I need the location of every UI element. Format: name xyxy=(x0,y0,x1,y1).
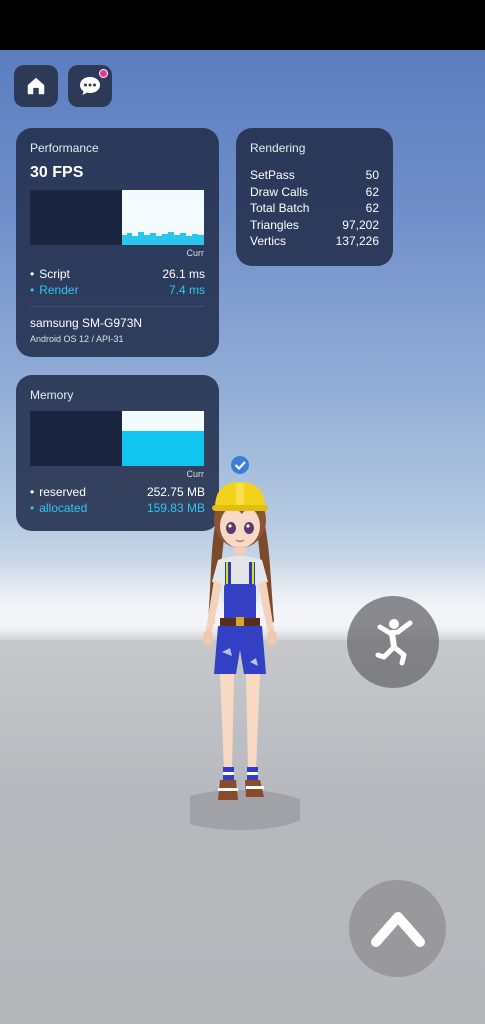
dance-person-icon xyxy=(375,619,413,666)
script-value: 26.1 ms xyxy=(162,267,205,281)
fps-graph xyxy=(30,190,204,245)
triangles-label: Triangles xyxy=(250,217,299,232)
home-button[interactable] xyxy=(14,65,58,107)
reserved-row: reserved 252.75 MB xyxy=(30,484,205,500)
rendering-title: Rendering xyxy=(250,141,306,155)
draw-calls-value: 62 xyxy=(365,184,379,199)
render-value: 7.4 ms xyxy=(168,283,205,297)
rendering-row: Total Batch 62 xyxy=(250,200,379,217)
setpass-label: SetPass xyxy=(250,168,295,182)
script-row: Script 26.1 ms xyxy=(30,266,205,282)
vertics-value: 137,226 xyxy=(335,234,379,248)
fps-value: 30 FPS xyxy=(30,164,84,181)
divider xyxy=(30,306,205,307)
rendering-row: Vertics 137,226 xyxy=(250,233,379,250)
performance-panel: Performance 30 FPS Curr Script 26.1 ms R… xyxy=(16,128,219,357)
render-label: Render xyxy=(30,282,78,298)
allocated-label: allocated xyxy=(30,500,87,516)
reserved-label: reserved xyxy=(30,484,86,500)
avatar-character[interactable] xyxy=(190,452,300,837)
rendering-panel: Rendering SetPass 50 Draw Calls 62 Total… xyxy=(236,128,393,266)
total-batch-label: Total Batch xyxy=(250,201,310,215)
rendering-row: Triangles 97,202 xyxy=(250,217,379,234)
home-icon xyxy=(27,77,45,95)
vertics-label: Vertics xyxy=(250,234,287,248)
memory-title: Memory xyxy=(30,388,74,402)
emote-button[interactable] xyxy=(347,596,439,688)
memory-panel: Memory Curr reserved 252.75 MB allocated… xyxy=(16,375,219,531)
performance-title: Performance xyxy=(30,141,99,155)
os-version: Android OS 12 / API-31 xyxy=(30,334,124,344)
jump-button[interactable] xyxy=(349,880,446,977)
device-name: samsung SM-G973N xyxy=(30,316,143,330)
memory-curr-label: Curr xyxy=(186,469,205,479)
graph-curr-label: Curr xyxy=(186,248,205,258)
total-batch-value: 62 xyxy=(365,201,379,215)
script-label: Script xyxy=(30,266,70,282)
verified-badge-icon xyxy=(231,456,249,474)
rendering-row: Draw Calls 62 xyxy=(250,184,379,201)
chevron-up-icon xyxy=(370,911,425,947)
render-row: Render 7.4 ms xyxy=(30,282,205,298)
draw-calls-label: Draw Calls xyxy=(250,184,309,199)
chat-button[interactable] xyxy=(68,65,112,107)
triangles-value: 97,202 xyxy=(342,217,379,232)
chat-bubble-icon xyxy=(80,77,100,95)
memory-graph xyxy=(30,411,204,466)
setpass-value: 50 xyxy=(365,168,379,182)
notification-dot xyxy=(99,69,108,78)
rendering-row: SetPass 50 xyxy=(250,167,379,184)
allocated-row: allocated 159.83 MB xyxy=(30,500,205,516)
